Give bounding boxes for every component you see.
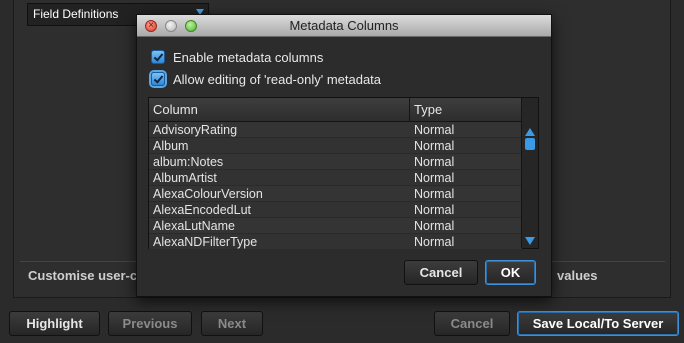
dialog-title: Metadata Columns xyxy=(289,18,399,33)
metadata-columns-table: Column Type AdvisoryRating Normal Album Nor… xyxy=(148,97,539,250)
type-cell[interactable]: Normal xyxy=(410,138,522,154)
enable-metadata-checkbox[interactable] xyxy=(151,50,165,64)
enable-metadata-row[interactable]: Enable metadata columns xyxy=(151,48,323,66)
type-cell[interactable]: Normal xyxy=(410,122,522,138)
table-row[interactable]: AlexaEncodedLut Normal xyxy=(149,202,522,218)
type-cell[interactable]: Normal xyxy=(410,202,522,218)
column-name-cell: AdvisoryRating xyxy=(153,123,238,137)
next-button[interactable]: Next xyxy=(201,311,263,336)
allow-editing-label: Allow editing of 'read-only' metadata xyxy=(173,71,382,87)
scroll-down-icon[interactable] xyxy=(525,237,535,245)
type-cell[interactable]: Normal xyxy=(410,218,522,234)
table-row[interactable]: album:Notes Normal xyxy=(149,154,522,170)
customise-text: Customise user-c xyxy=(28,268,138,283)
column-name-cell: AlexaColourVersion xyxy=(153,187,263,201)
values-text: values xyxy=(557,268,598,283)
column-name-cell: AlexaEncodedLut xyxy=(153,203,251,217)
table-row[interactable]: AlexaColourVersion Normal xyxy=(149,186,522,202)
table-row[interactable]: AlbumArtist Normal xyxy=(149,170,522,186)
cancel-button[interactable]: Cancel xyxy=(434,311,510,336)
field-definitions-label: Field Definitions xyxy=(33,7,119,21)
save-local-server-button[interactable]: Save Local/To Server xyxy=(517,311,679,336)
allow-editing-row[interactable]: Allow editing of 'read-only' metadata xyxy=(151,70,381,88)
dialog-titlebar: × Metadata Columns xyxy=(137,15,551,37)
table-row[interactable]: AlexaLutName Normal xyxy=(149,218,522,234)
dialog-cancel-button[interactable]: Cancel xyxy=(404,260,478,285)
column-name-cell: AlbumArtist xyxy=(153,171,217,185)
table-body: AdvisoryRating Normal Album Normal album:Not… xyxy=(149,122,522,250)
table-row[interactable]: AlexaNDFilterType Normal xyxy=(149,234,522,250)
highlight-button[interactable]: Highlight xyxy=(9,311,100,336)
dialog-ok-button[interactable]: OK xyxy=(485,260,536,285)
table-row[interactable]: AdvisoryRating Normal xyxy=(149,122,522,138)
previous-button[interactable]: Previous xyxy=(108,311,192,336)
type-cell[interactable]: Normal xyxy=(410,186,522,202)
column-name-cell: album:Notes xyxy=(153,155,224,169)
table-header: Column Type xyxy=(149,98,522,122)
metadata-columns-dialog: × Metadata Columns Enable metadata colum… xyxy=(136,14,552,297)
allow-editing-checkbox[interactable] xyxy=(151,72,165,86)
column-header-column[interactable]: Column xyxy=(149,98,410,121)
column-name-cell: AlexaLutName xyxy=(153,219,235,233)
table-scrollbar[interactable] xyxy=(521,98,538,248)
type-cell[interactable]: Normal xyxy=(410,170,522,186)
scroll-up-icon[interactable] xyxy=(525,128,535,136)
enable-metadata-label: Enable metadata columns xyxy=(173,49,324,65)
type-cell[interactable]: Normal xyxy=(410,234,522,250)
scroll-thumb[interactable] xyxy=(525,138,535,150)
column-name-cell: Album xyxy=(153,139,189,153)
table-row[interactable]: Album Normal xyxy=(149,138,522,154)
column-name-cell: AlexaNDFilterType xyxy=(153,235,258,249)
type-cell[interactable]: Normal xyxy=(410,154,522,170)
column-header-type[interactable]: Type xyxy=(410,98,522,121)
